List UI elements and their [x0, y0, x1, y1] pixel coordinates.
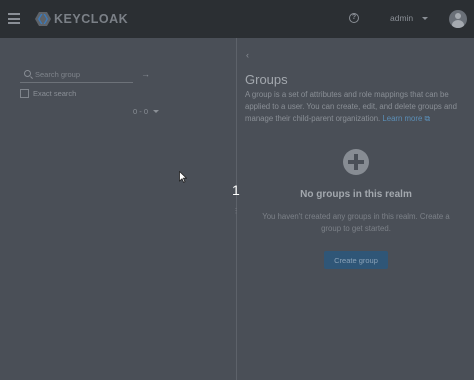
- learn-more-label: Learn more: [382, 114, 423, 124]
- chevron-left-icon[interactable]: ‹: [246, 50, 249, 60]
- pagination-toggle[interactable]: 0 - 0: [133, 107, 160, 116]
- external-link-icon: ⧉: [424, 114, 431, 124]
- exact-search-checkbox[interactable]: [20, 89, 29, 98]
- hamburger-icon[interactable]: [8, 13, 20, 24]
- help-icon[interactable]: ?: [349, 13, 359, 23]
- search-group-field: [20, 66, 133, 83]
- brand-logo[interactable]: KEYCLOAK: [33, 10, 128, 28]
- user-name: admin: [390, 13, 414, 23]
- caret-down-icon: [153, 110, 160, 113]
- step-number: 1: [232, 182, 240, 198]
- page-description: A group is a set of attributes and role …: [245, 89, 467, 126]
- pagination-range: 0 - 0: [133, 107, 149, 116]
- exact-search-checkbox-row[interactable]: Exact search: [20, 89, 76, 98]
- empty-state-title: No groups in this realm: [300, 189, 412, 200]
- caret-down-icon: [422, 16, 429, 20]
- plus-circle-icon: [343, 149, 369, 175]
- arrow-right-icon[interactable]: →: [141, 69, 150, 79]
- brand-name: KEYCLOAK: [54, 12, 129, 26]
- search-group-input[interactable]: [35, 68, 130, 81]
- user-menu-toggle[interactable]: admin: [390, 13, 429, 23]
- avatar-head: [455, 13, 461, 19]
- empty-state-body: You haven't created any groups in this r…: [262, 212, 450, 233]
- keycloak-logo-icon: [35, 12, 51, 26]
- mouse-cursor-icon: [179, 171, 187, 183]
- learn-more-link[interactable]: Learn more ⧉: [382, 114, 430, 123]
- avatar-body: [452, 20, 464, 28]
- page-title: Groups: [245, 72, 288, 87]
- avatar[interactable]: [449, 10, 467, 28]
- create-group-button[interactable]: Create group: [324, 251, 388, 269]
- exact-search-label: Exact search: [33, 89, 77, 98]
- search-icon: [24, 70, 31, 77]
